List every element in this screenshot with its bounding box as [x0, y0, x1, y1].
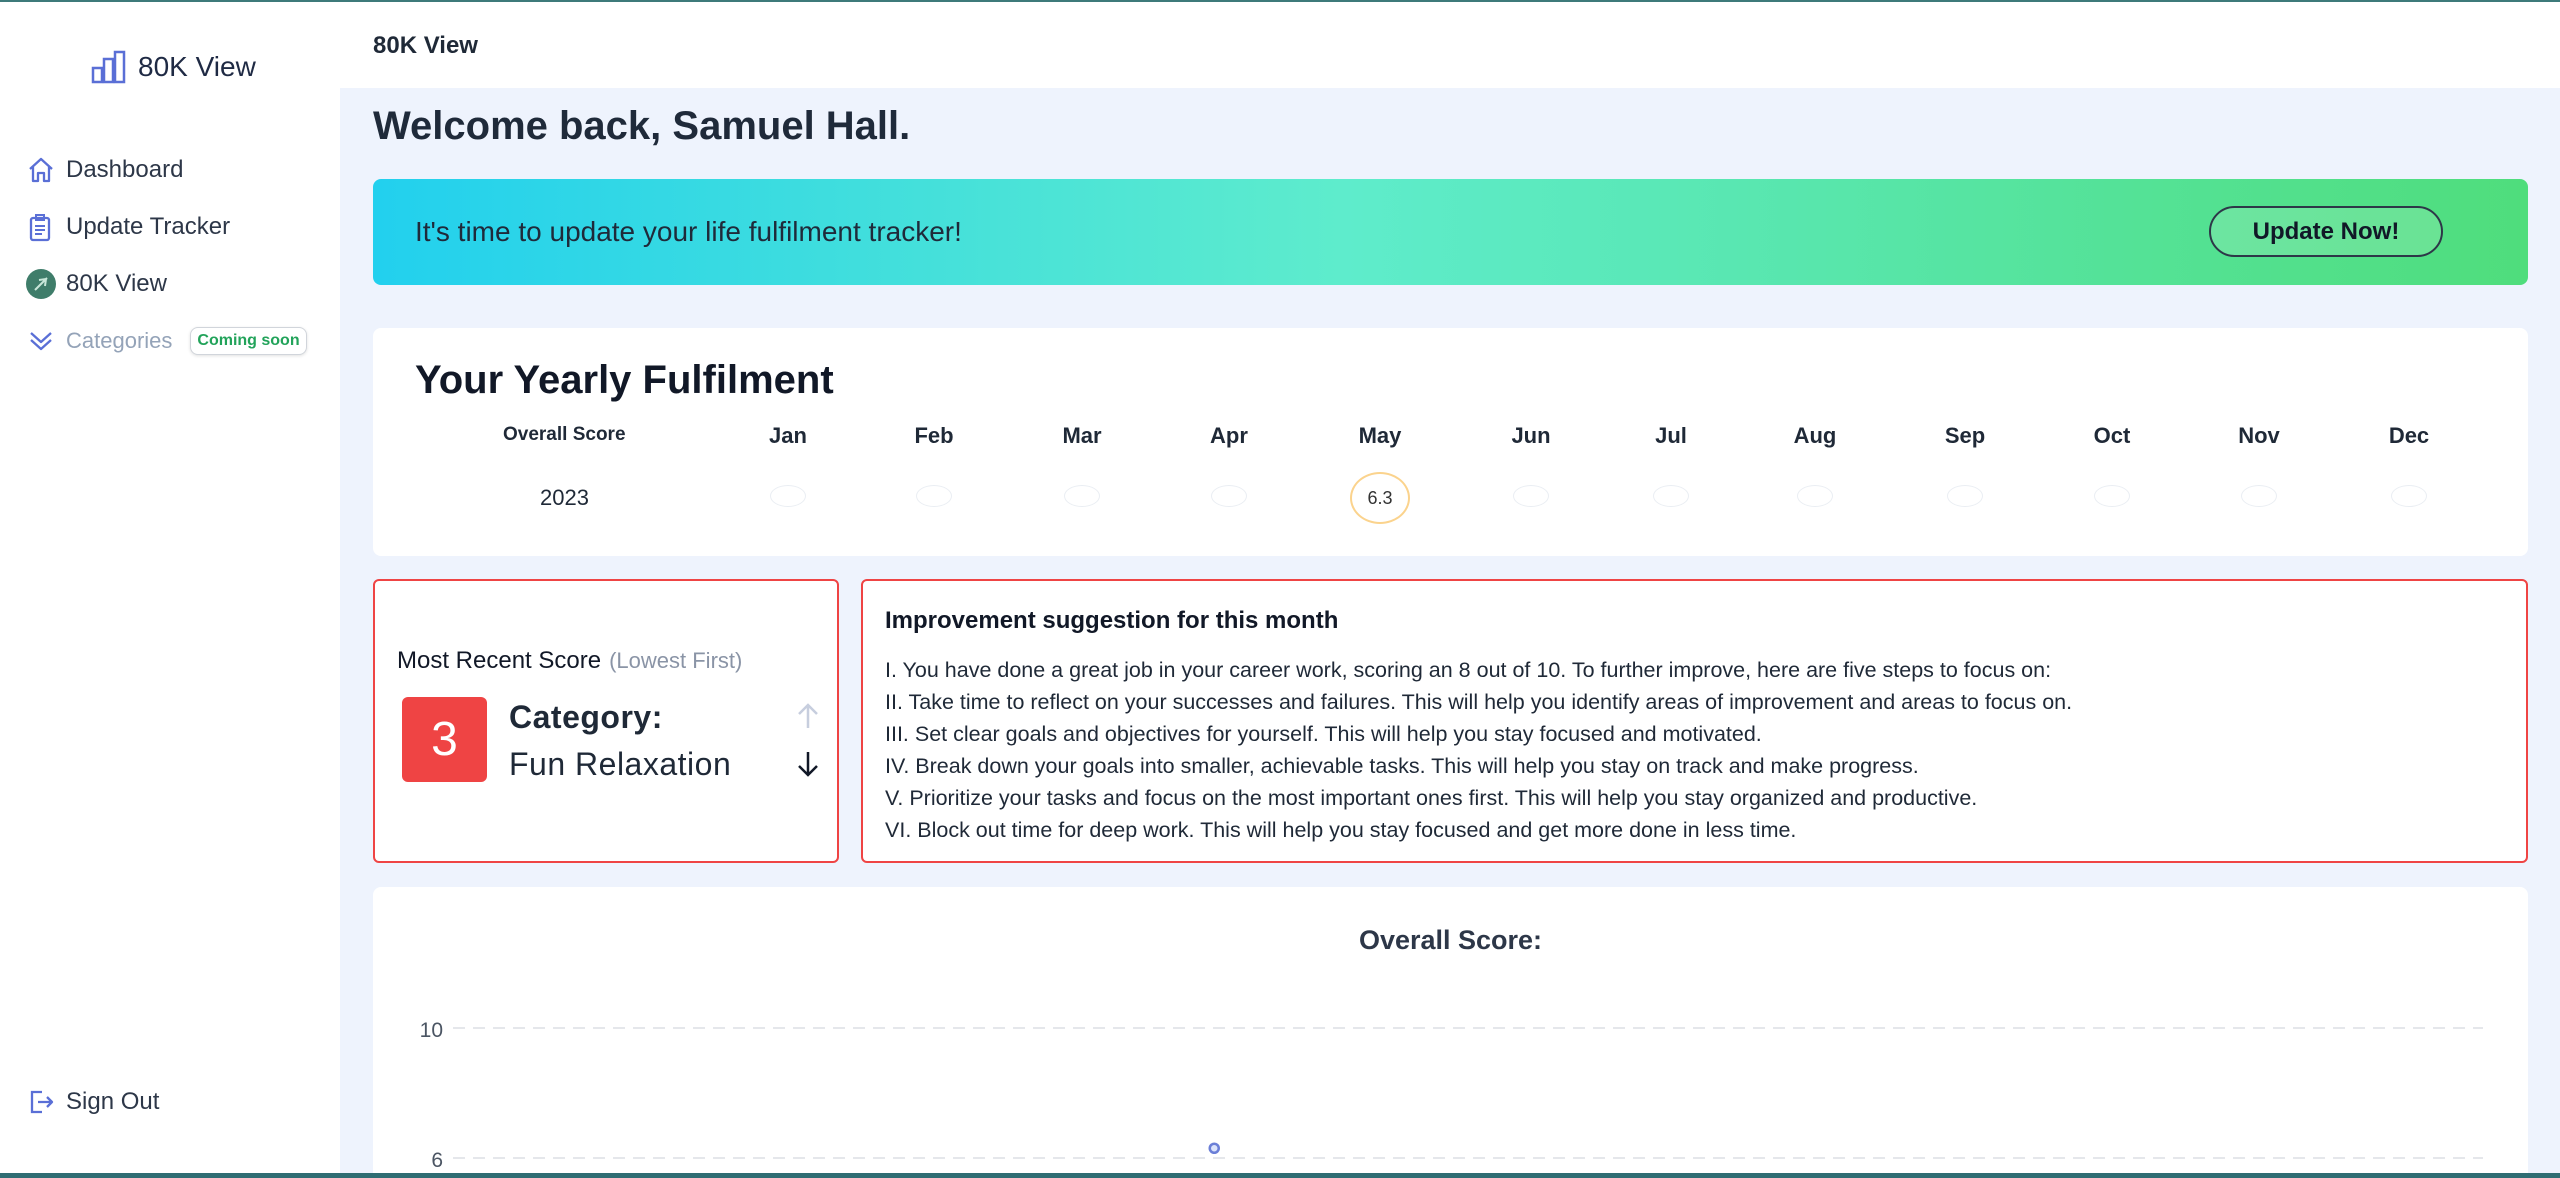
most-recent-score-card: Most Recent Score (Lowest First) 3 Catego… [373, 579, 839, 863]
month-score-cell[interactable] [2094, 485, 2130, 507]
month-header: Jan [769, 423, 807, 448]
month-score-cell[interactable] [2391, 485, 2427, 507]
month-score-cell[interactable] [770, 485, 806, 507]
sign-out-label: Sign Out [66, 1088, 160, 1115]
sidebar: 80K View Dashboard Update Tracker 80K Vi… [0, 2, 340, 1178]
month-score-cell[interactable] [916, 485, 952, 507]
arrow-up-icon[interactable] [795, 701, 821, 731]
month-header: Feb [914, 423, 954, 448]
list-item: III. Set clear goals and objectives for … [885, 722, 1762, 746]
y-tick-label: 10 [420, 1019, 443, 1042]
overall-score-header: Overall Score [503, 424, 626, 445]
month-score-cell[interactable] [1653, 485, 1689, 507]
sidebar-item-dashboard[interactable]: Dashboard [26, 152, 307, 188]
sidebar-item-label: Categories [66, 328, 173, 353]
list-item: V. Prioritize your tasks and focus on th… [885, 786, 1978, 810]
yearly-fulfilment-card: Your Yearly Fulfilment Overall Score 202… [373, 328, 2528, 556]
month-score-cell[interactable] [1797, 485, 1833, 507]
month-score-cell[interactable] [1947, 485, 1983, 507]
welcome-heading: Welcome back, Samuel Hall. [373, 104, 911, 148]
month-header: Aug [1793, 423, 1837, 448]
month-score-cell[interactable] [2241, 485, 2277, 507]
recent-title: Most Recent Score (Lowest First) [397, 647, 742, 675]
score-badge: 3 [402, 697, 487, 782]
arrow-down-icon[interactable] [795, 749, 821, 779]
month-score-cell[interactable] [1064, 485, 1100, 507]
sign-out-button[interactable]: Sign Out [26, 1087, 159, 1117]
sidebar-item-80k-view[interactable]: 80K View [26, 266, 307, 302]
list-item: IV. Break down your goals into smaller, … [885, 754, 1919, 778]
month-score-cell[interactable] [1513, 485, 1549, 507]
month-header: Oct [2093, 423, 2131, 448]
brand[interactable]: 80K View [90, 50, 256, 84]
bar-chart-icon [91, 50, 126, 84]
list-item: I. You have done a great job in your car… [885, 658, 2052, 682]
overall-score-chart-card: Overall Score: 10 6 [373, 887, 2528, 1178]
home-icon [29, 157, 53, 183]
recent-title-label: Most Recent Score [397, 647, 602, 674]
month-header: Jun [1511, 423, 1551, 448]
month-header: Mar [1062, 423, 1102, 448]
sidebar-nav: Dashboard Update Tracker 80K View Catego… [26, 152, 307, 380]
y-tick-label: 6 [431, 1149, 443, 1172]
chart-point[interactable] [1208, 1142, 1220, 1154]
sidebar-item-label: Update Tracker [66, 213, 231, 240]
year-label: 2023 [540, 485, 589, 510]
list-item: VI. Block out time for deep work. This w… [885, 818, 1797, 842]
month-header: Sep [1944, 423, 1986, 448]
update-now-button[interactable]: Update Now! [2209, 206, 2443, 257]
app-logo-icon [26, 269, 56, 299]
sidebar-item-categories[interactable]: Categories Coming soon [26, 323, 307, 359]
brand-label: 80K View [138, 51, 256, 82]
sign-out-icon [30, 1090, 54, 1114]
page-breadcrumb: 80K View [373, 32, 478, 59]
month-header: Nov [2238, 423, 2280, 448]
improvement-list: I. You have done a great job in your car… [885, 654, 2072, 846]
month-score-cell[interactable] [1211, 485, 1247, 507]
clipboard-icon [29, 214, 51, 242]
month-header: May [1358, 423, 1402, 448]
bottom-strip [0, 1173, 2560, 1178]
category-label: Category: [509, 699, 663, 735]
improvement-suggestion-card: Improvement suggestion for this month I.… [861, 579, 2528, 863]
list-item: II. Take time to reflect on your success… [885, 690, 2073, 714]
sidebar-item-label: Dashboard [66, 156, 184, 183]
overall-score-chart: 10 6 [420, 1019, 2483, 1172]
recent-subtitle: (Lowest First) [609, 648, 743, 673]
improvement-title: Improvement suggestion for this month [885, 607, 1339, 634]
sidebar-item-update-tracker[interactable]: Update Tracker [26, 209, 307, 245]
month-header: Dec [2388, 423, 2430, 448]
yearly-title: Your Yearly Fulfilment [415, 358, 834, 402]
update-banner: It's time to update your life fulfilment… [373, 179, 2528, 285]
month-header: Jul [1655, 423, 1687, 448]
banner-text: It's time to update your life fulfilment… [415, 216, 962, 247]
month-header: Apr [1210, 423, 1248, 448]
month-score-cell[interactable]: 6.3 [1350, 472, 1410, 524]
sidebar-item-label: 80K View [66, 270, 167, 297]
top-bar: 80K View [340, 2, 2560, 88]
chevrons-down-icon [30, 332, 52, 351]
category-name: Fun Relaxation [509, 746, 732, 782]
coming-soon-badge: Coming soon [190, 327, 307, 355]
